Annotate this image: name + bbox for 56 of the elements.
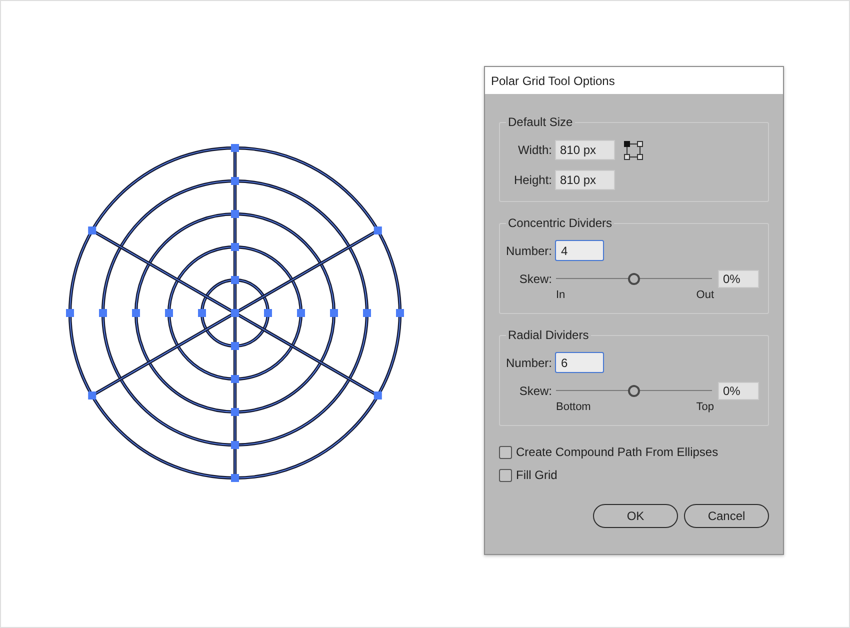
checkbox-label[interactable]: Fill Grid <box>516 466 558 484</box>
anchor-point <box>66 309 74 317</box>
anchor-point <box>165 309 173 317</box>
anchor-point <box>132 309 140 317</box>
anchor-point <box>264 309 272 317</box>
slider-max-label: Out <box>696 289 714 302</box>
checkbox-label[interactable]: Create Compound Path From Ellipses <box>516 443 718 461</box>
anchor-point <box>231 474 239 482</box>
anchor-point <box>396 309 404 317</box>
slider-thumb[interactable] <box>628 385 640 397</box>
anchor-point <box>99 309 107 317</box>
anchor-point <box>330 309 338 317</box>
field-label: Number: <box>506 356 552 370</box>
field-label: Number: <box>506 244 552 258</box>
anchor-point <box>297 309 305 317</box>
bounding-box-icon[interactable] <box>624 140 643 160</box>
field-label: Skew: <box>518 272 552 286</box>
anchor-point <box>374 226 382 234</box>
anchor-point <box>231 144 239 152</box>
group-title: Default Size <box>507 115 574 129</box>
cancel-button[interactable]: Cancel <box>684 504 769 528</box>
size-field[interactable]: 810 px <box>555 170 615 190</box>
anchor-point <box>231 210 239 218</box>
slider-thumb[interactable] <box>628 273 640 285</box>
field-label: Skew: <box>518 384 552 398</box>
anchor-point <box>88 392 96 400</box>
skew-field[interactable]: 0% <box>718 270 759 288</box>
ok-button[interactable]: OK <box>593 504 678 528</box>
anchor-point <box>374 392 382 400</box>
skew-field[interactable]: 0% <box>718 382 759 400</box>
number-field[interactable]: 6 <box>555 352 604 373</box>
group-title: Radial Dividers <box>507 328 590 342</box>
field-label: Width: <box>516 143 552 157</box>
slider-min-label: In <box>556 289 566 302</box>
dialog-title: Polar Grid Tool Options <box>491 72 615 90</box>
size-field[interactable]: 810 px <box>555 140 615 160</box>
skew-slider[interactable] <box>556 273 712 285</box>
checkbox[interactable] <box>499 446 512 458</box>
anchor-point <box>231 276 239 284</box>
slider-max-label: Top <box>696 401 714 414</box>
anchor-point <box>231 243 239 251</box>
anchor-point <box>88 226 96 234</box>
skew-slider[interactable] <box>556 385 712 397</box>
number-field[interactable]: 4 <box>555 240 604 261</box>
slider-min-label: Bottom <box>556 401 591 414</box>
anchor-point <box>231 309 239 317</box>
group-title: Concentric Dividers <box>507 216 614 230</box>
anchor-point <box>363 309 371 317</box>
anchor-point <box>231 375 239 383</box>
anchor-point <box>198 309 206 317</box>
anchor-point <box>231 408 239 416</box>
anchor-point <box>231 441 239 449</box>
anchor-point <box>231 177 239 185</box>
checkbox[interactable] <box>499 468 512 482</box>
anchor-point <box>231 342 239 350</box>
field-label: Height: <box>512 173 552 187</box>
